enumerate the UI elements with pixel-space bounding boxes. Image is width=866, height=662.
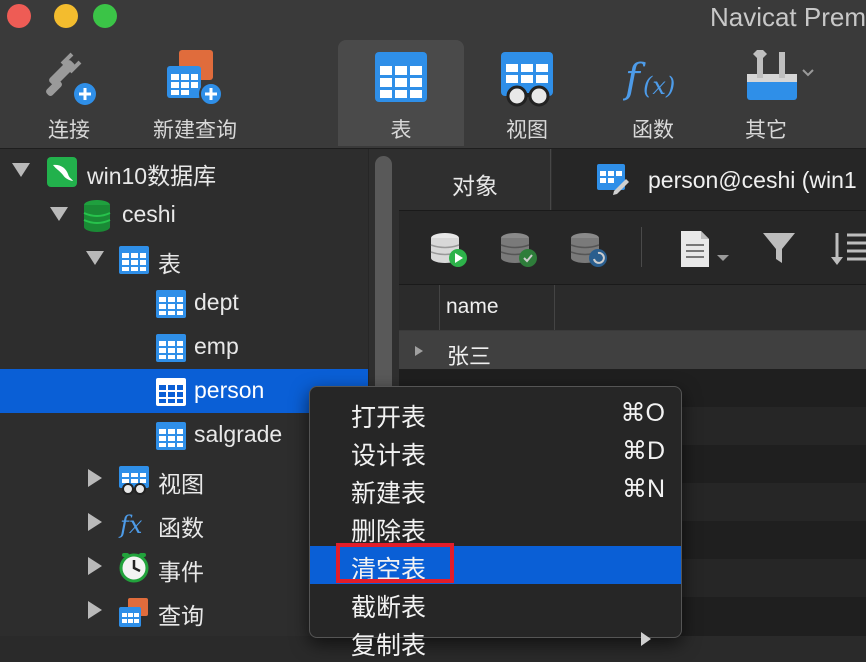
mysql-connection-icon	[47, 157, 77, 187]
toolbar-new-query-label: 新建查询	[153, 119, 237, 142]
tree-connection-win10[interactable]: win10数据库	[0, 149, 368, 193]
tree-table-dept[interactable]: dept	[0, 281, 368, 325]
connection-label: win10数据库	[87, 163, 217, 189]
table-icon	[156, 334, 186, 362]
refresh-table-icon[interactable]	[569, 231, 609, 269]
tree-group-tables[interactable]: 表	[0, 237, 368, 281]
new-query-icon	[167, 50, 223, 106]
tab-objects-label: 对象	[452, 173, 498, 199]
database-label: ceshi	[122, 201, 176, 227]
svg-text:fx: fx	[118, 511, 143, 539]
toolbar-others-label: 其它	[745, 119, 787, 142]
table-label-salgrade: salgrade	[194, 421, 283, 447]
toolbar-view-label: 视图	[506, 119, 548, 142]
tab-objects[interactable]: 对象	[400, 149, 551, 210]
menu-item-new-table[interactable]: 新建表 ⌘N	[310, 470, 681, 508]
window-title: Navicat Prem	[709, 2, 866, 32]
view-icon	[119, 466, 149, 495]
design-table-icon[interactable]	[499, 231, 539, 269]
column-header-name[interactable]: name	[446, 295, 499, 319]
toolbar-table-button[interactable]: 表	[338, 40, 464, 146]
svg-text:(x): (x)	[643, 72, 675, 100]
expand-triangle-icon[interactable]	[88, 513, 102, 531]
views-group-label: 视图	[158, 471, 204, 497]
menu-item-open-table[interactable]: 打开表 ⌘O	[310, 394, 681, 432]
table-label-emp: emp	[194, 333, 239, 359]
toolbar: Navicat Prem 连接 新建查询 表 视图 f (x) 函数 其它	[0, 0, 866, 149]
zoom-window-button[interactable]	[93, 4, 117, 28]
open-table-icon[interactable]	[429, 231, 469, 269]
toolbar-divider	[641, 227, 642, 267]
column-divider	[554, 285, 555, 330]
table-edit-icon	[597, 164, 629, 195]
menu-item-shortcut: ⌘N	[621, 475, 665, 503]
menu-item-shortcut: ⌘O	[620, 399, 665, 427]
view-icon	[501, 52, 553, 107]
events-group-label: 事件	[158, 559, 204, 585]
highlight-annotation-box	[336, 543, 454, 583]
submenu-arrow-icon	[641, 632, 651, 646]
menu-item-duplicate-table[interactable]: 复制表	[310, 622, 681, 660]
functions-group-label: 函数	[158, 515, 204, 541]
table-icon	[156, 378, 186, 406]
query-icon	[119, 598, 148, 627]
table-toolbar	[399, 211, 866, 285]
plug-add-icon	[46, 52, 96, 105]
function-icon: f (x)	[623, 56, 675, 102]
table-icon	[119, 246, 149, 274]
expand-triangle-icon[interactable]	[88, 557, 102, 575]
queries-group-label: 查询	[158, 603, 204, 629]
menu-item-label: 设计表	[351, 442, 427, 470]
expand-triangle-icon[interactable]	[88, 601, 102, 619]
collapse-triangle-icon[interactable]	[86, 251, 104, 265]
table-icon	[375, 52, 427, 102]
menu-item-design-table[interactable]: 设计表 ⌘D	[310, 432, 681, 470]
menu-item-empty-table[interactable]: 清空表	[310, 543, 681, 584]
table-label-dept: dept	[194, 289, 239, 315]
context-menu: 打开表 ⌘O 设计表 ⌘D 新建表 ⌘N 删除表 清空表 截断表 复制表	[309, 386, 682, 660]
table-icon	[156, 422, 186, 450]
table-row[interactable]: 张三	[399, 331, 866, 369]
close-window-button[interactable]	[7, 4, 31, 28]
toolbar-connect-button[interactable]: 连接	[6, 40, 132, 146]
grid-header: name	[399, 285, 866, 331]
clock-icon	[119, 553, 149, 583]
toolbar-connect-label: 连接	[48, 119, 90, 142]
table-label-person: person	[194, 377, 265, 403]
menu-item-delete-table[interactable]: 删除表	[310, 508, 681, 546]
toolbar-table-label: 表	[390, 119, 412, 142]
row-indicator-icon	[415, 346, 423, 356]
tree-database-ceshi[interactable]: ceshi	[0, 193, 368, 237]
minimize-window-button[interactable]	[54, 4, 78, 28]
menu-item-label: 复制表	[351, 632, 427, 660]
sort-icon[interactable]	[829, 229, 866, 269]
cell-name[interactable]: 张三	[447, 339, 491, 371]
tab-person-table[interactable]: person@ceshi (win1	[552, 149, 866, 210]
tab-person-label: person@ceshi (win1	[648, 167, 857, 193]
toolbar-view-button[interactable]: 视图	[464, 40, 590, 146]
menu-item-truncate-table[interactable]: 截断表	[310, 584, 681, 622]
tree-table-emp[interactable]: emp	[0, 325, 368, 369]
menu-item-label: 打开表	[351, 404, 427, 432]
text-export-icon[interactable]	[679, 229, 735, 269]
filter-icon[interactable]	[761, 231, 797, 267]
menu-item-label: 截断表	[351, 594, 427, 622]
collapse-triangle-icon[interactable]	[12, 163, 30, 177]
toolbar-others-button[interactable]: 其它	[710, 40, 836, 146]
toolbar-new-query-button[interactable]: 新建查询	[132, 40, 258, 146]
tables-group-label: 表	[158, 251, 181, 277]
table-icon	[156, 290, 186, 318]
column-divider	[439, 285, 440, 330]
tools-icon	[747, 50, 814, 100]
menu-item-shortcut: ⌘D	[621, 437, 665, 465]
expand-triangle-icon[interactable]	[88, 469, 102, 487]
menu-item-label: 新建表	[351, 480, 427, 508]
database-icon	[83, 200, 111, 232]
collapse-triangle-icon[interactable]	[50, 207, 68, 221]
function-icon: fx	[118, 511, 143, 539]
